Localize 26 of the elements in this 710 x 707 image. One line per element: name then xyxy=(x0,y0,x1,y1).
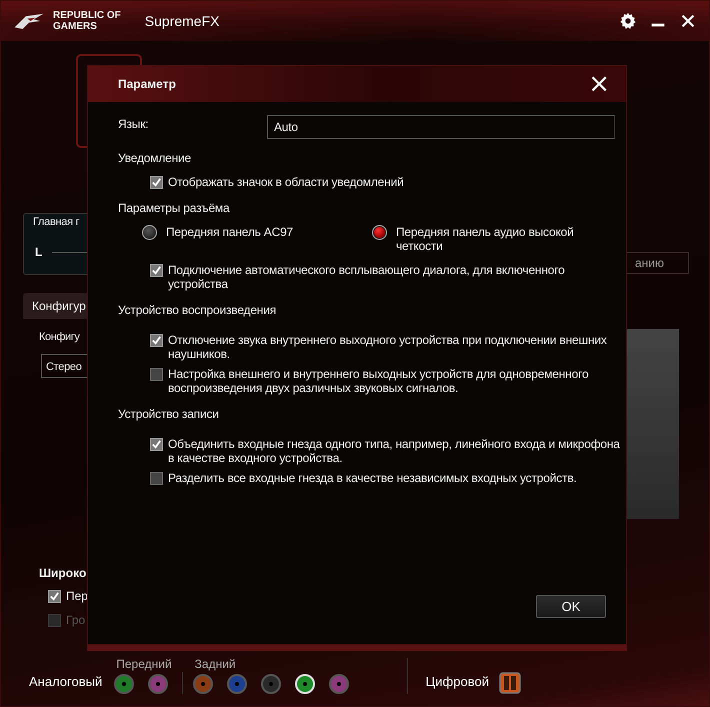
checkbox-label: Пер xyxy=(66,589,88,603)
brand-text: GAMERS xyxy=(53,21,98,32)
rear-label: Задний xyxy=(194,657,237,671)
digital-label: Цифровой xyxy=(426,673,489,691)
checkbox-label: Отключение звука внутреннего выходного устройства при подключении внешних наушников. xyxy=(168,333,608,361)
group-title: Главная г xyxy=(33,216,80,228)
section-title: Устройство записи xyxy=(118,407,220,421)
analog-label: Аналоговый xyxy=(29,673,102,691)
radio-label: Передняя панель AC97 xyxy=(166,225,294,239)
checkbox-label: Отображать значок в области уведомлений xyxy=(168,175,405,189)
dialog-title: Параметр xyxy=(118,77,176,91)
checkbox-label: Настройка внешнего и внутреннего выходных устройств для одновременного воспроизведения двух различных звуковых сигналов. xyxy=(168,367,590,395)
section-label: Широко xyxy=(39,566,86,580)
section-title: Параметры разъёма xyxy=(118,201,231,215)
checkbox-label: Разделить все входные гнезда в качестве независимых входных устройств. xyxy=(168,471,578,485)
config-label: Конфигу xyxy=(39,331,80,343)
checkbox-label: Гро xyxy=(66,613,86,627)
checkbox-label: Подключение автоматического всплывающего диалога, для включенного устройства xyxy=(168,263,566,291)
front-label: Передний xyxy=(115,657,172,671)
section-title: Уведомление xyxy=(118,151,192,165)
checkbox-label: Объединить входные гнезда одного типа, например, линейного входа и микрофона в качестве входного устройства. xyxy=(168,437,621,465)
brand-text: REPUBLIC OF xyxy=(53,10,121,21)
window-title: SupremeFX xyxy=(144,13,220,29)
language-label: Язык: xyxy=(118,117,150,131)
radio-label: Передняя панель аудио высокой четкости xyxy=(396,225,575,253)
channel-label: L xyxy=(35,245,42,259)
